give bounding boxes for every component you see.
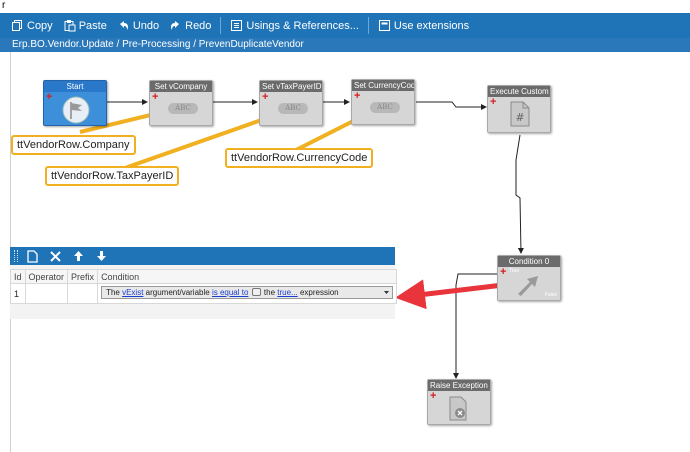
add-icon: + bbox=[354, 90, 361, 102]
connector-lines bbox=[79, 99, 524, 379]
connector-currency-execute bbox=[416, 101, 487, 110]
col-header-operator[interactable]: Operator bbox=[24, 269, 69, 284]
cell-operator[interactable] bbox=[24, 283, 69, 304]
callout-vendorrow-taxpayerid: ttVendorRow.TaxPayerID bbox=[45, 166, 180, 186]
abc-icon: ABC bbox=[278, 103, 308, 114]
condition-text: the bbox=[263, 288, 276, 297]
node-set-vcompany[interactable]: Set vCompany + ABC bbox=[149, 80, 213, 126]
col-header-id[interactable]: Id bbox=[10, 269, 26, 284]
add-icon: + bbox=[500, 266, 507, 278]
code-file-icon: # bbox=[510, 101, 530, 127]
condition-expression[interactable]: The vExist argument/variable is equal to… bbox=[101, 286, 394, 299]
node-start-title: Start bbox=[44, 81, 106, 92]
arrow-down-icon bbox=[96, 251, 106, 261]
new-row-button[interactable] bbox=[24, 248, 40, 264]
condition-editor-toolbar bbox=[10, 247, 395, 265]
node-condition-0[interactable]: Condition 0 + True False bbox=[497, 255, 561, 301]
svg-text:#: # bbox=[515, 111, 524, 124]
callout-vendorrow-currencycode: ttVendorRow.CurrencyCode bbox=[225, 148, 374, 168]
cell-id: 1 bbox=[10, 283, 26, 304]
table-row[interactable]: 1 The vExist argument/variable is equal … bbox=[10, 283, 398, 304]
condition-grid: Id Operator Prefix Condition 1 The vExis… bbox=[10, 269, 398, 304]
condition-branch-icon bbox=[518, 276, 538, 296]
variable-link[interactable]: vExist bbox=[122, 288, 143, 297]
add-icon: + bbox=[430, 390, 437, 402]
node-raise-exception-0[interactable]: Raise Exception 0 + bbox=[427, 379, 491, 425]
connector-execute-condition bbox=[515, 134, 524, 254]
move-up-button[interactable] bbox=[70, 248, 86, 264]
col-header-condition[interactable]: Condition bbox=[97, 269, 398, 284]
node-execute-custom-code[interactable]: Execute Custom Co + # bbox=[487, 85, 551, 133]
move-down-button[interactable] bbox=[93, 248, 109, 264]
abc-icon: ABC bbox=[370, 102, 400, 113]
chevron-down-icon[interactable] bbox=[383, 288, 390, 297]
delete-icon bbox=[49, 250, 61, 262]
value-link[interactable]: true... bbox=[277, 288, 297, 297]
add-icon: + bbox=[490, 96, 497, 108]
condition-text: expression bbox=[299, 288, 339, 297]
node-set-currencycode[interactable]: Set CurrencyCode + ABC bbox=[351, 79, 415, 125]
add-icon: + bbox=[46, 91, 53, 103]
condition-false-label: False bbox=[544, 292, 557, 298]
add-icon: + bbox=[262, 91, 269, 103]
operator-link[interactable]: is equal to bbox=[212, 288, 248, 297]
grid-header-row: Id Operator Prefix Condition bbox=[10, 269, 398, 284]
add-icon: + bbox=[152, 91, 159, 103]
abc-icon: ABC bbox=[168, 103, 198, 114]
new-document-icon bbox=[26, 249, 38, 263]
node-start[interactable]: Start + bbox=[43, 80, 107, 126]
node-set-vtaxpayerid[interactable]: Set vTaxPayerID + ABC bbox=[259, 80, 323, 126]
cell-prefix[interactable] bbox=[67, 283, 99, 304]
node-set-vcompany-title: Set vCompany bbox=[150, 81, 212, 92]
flag-icon bbox=[62, 96, 90, 124]
node-condition-title: Condition 0 bbox=[498, 256, 560, 267]
node-execute-custom-title: Execute Custom Co bbox=[488, 86, 550, 97]
col-header-prefix[interactable]: Prefix bbox=[67, 269, 99, 284]
dropdown-icon[interactable] bbox=[251, 288, 261, 296]
arrow-up-icon bbox=[73, 251, 83, 261]
condition-editor-panel: Id Operator Prefix Condition 1 The vExis… bbox=[10, 247, 398, 319]
condition-text: argument/variable bbox=[145, 288, 210, 297]
drag-grip-icon[interactable] bbox=[14, 250, 18, 262]
app-window: r Copy Paste Undo Redo Usings & Referenc… bbox=[0, 0, 690, 452]
node-set-vtaxpayerid-title: Set vTaxPayerID bbox=[260, 81, 322, 92]
node-raise-exception-title: Raise Exception 0 bbox=[428, 380, 490, 391]
cell-condition[interactable]: The vExist argument/variable is equal to… bbox=[97, 283, 398, 304]
callout-vendorrow-company: ttVendorRow.Company bbox=[11, 135, 136, 155]
node-set-currencycode-title: Set CurrencyCode bbox=[352, 80, 414, 91]
condition-text: The bbox=[106, 288, 120, 297]
exception-document-icon bbox=[449, 396, 467, 421]
delete-row-button[interactable] bbox=[47, 248, 63, 264]
